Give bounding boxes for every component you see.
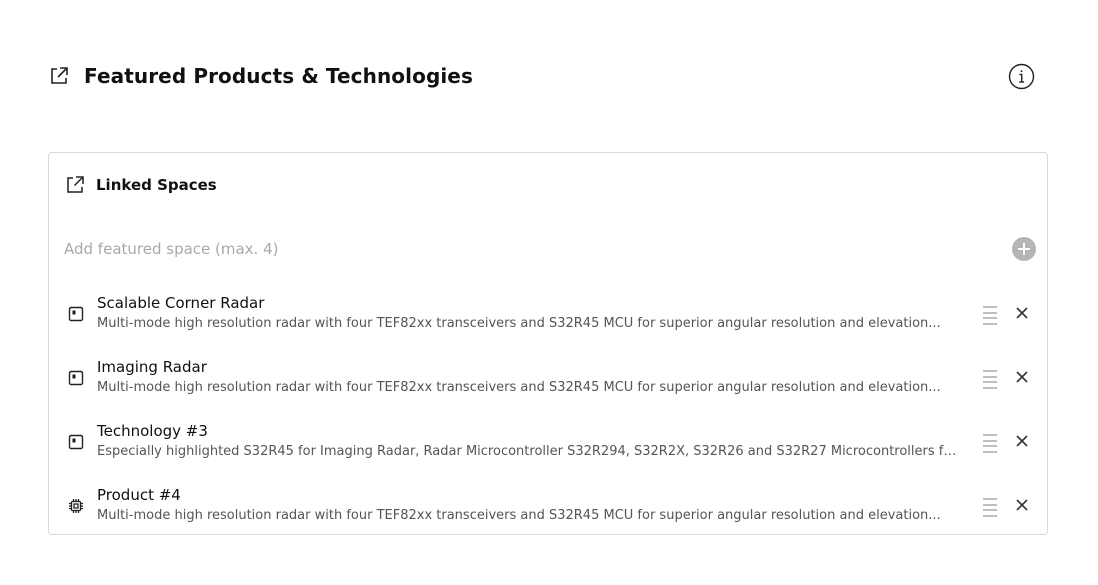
linked-spaces-card: Linked Spaces Add featured space (max. 4… — [48, 152, 1048, 535]
item-name: Imaging Radar — [97, 358, 207, 376]
drag-handle-icon[interactable] — [982, 433, 998, 453]
info-icon[interactable] — [1008, 63, 1035, 90]
drag-handle-icon[interactable] — [982, 497, 998, 517]
section-title: Featured Products & Technologies — [84, 64, 473, 88]
item-name: Scalable Corner Radar — [97, 294, 265, 312]
linked-space-item: Product #4 Multi-mode high resolution ra… — [64, 486, 1036, 530]
item-description: Multi-mode high resolution radar with fo… — [97, 508, 941, 523]
drag-handle-icon[interactable] — [982, 369, 998, 389]
item-name: Technology #3 — [97, 422, 208, 440]
remove-item-button[interactable] — [1015, 498, 1029, 512]
linked-space-item: Imaging Radar Multi-mode high resolution… — [64, 358, 1036, 402]
linked-space-item: Scalable Corner Radar Multi-mode high re… — [64, 294, 1036, 338]
add-space-row[interactable]: Add featured space (max. 4) — [64, 237, 1036, 261]
card-title: Linked Spaces — [96, 176, 217, 194]
card-header: Linked Spaces — [65, 175, 217, 195]
item-description: Especially highlighted S32R45 for Imagin… — [97, 444, 963, 459]
remove-item-button[interactable] — [1015, 306, 1029, 320]
chip-icon — [69, 499, 83, 513]
item-description: Multi-mode high resolution radar with fo… — [97, 316, 941, 331]
section-header: Featured Products & Technologies — [48, 60, 1038, 92]
drag-handle-icon[interactable] — [982, 305, 998, 325]
item-name: Product #4 — [97, 486, 181, 504]
linked-space-item: Technology #3 Especially highlighted S32… — [64, 422, 1036, 466]
board-icon — [68, 434, 84, 450]
add-space-input[interactable]: Add featured space (max. 4) — [64, 240, 279, 258]
remove-item-button[interactable] — [1015, 370, 1029, 384]
remove-item-button[interactable] — [1015, 434, 1029, 448]
item-description: Multi-mode high resolution radar with fo… — [97, 380, 941, 395]
add-space-button[interactable] — [1012, 237, 1036, 261]
external-link-icon — [67, 176, 84, 193]
board-icon — [68, 370, 84, 386]
external-link-icon[interactable] — [48, 65, 70, 87]
page: Featured Products & Technologies Linked … — [0, 0, 1098, 585]
board-icon — [68, 306, 84, 322]
